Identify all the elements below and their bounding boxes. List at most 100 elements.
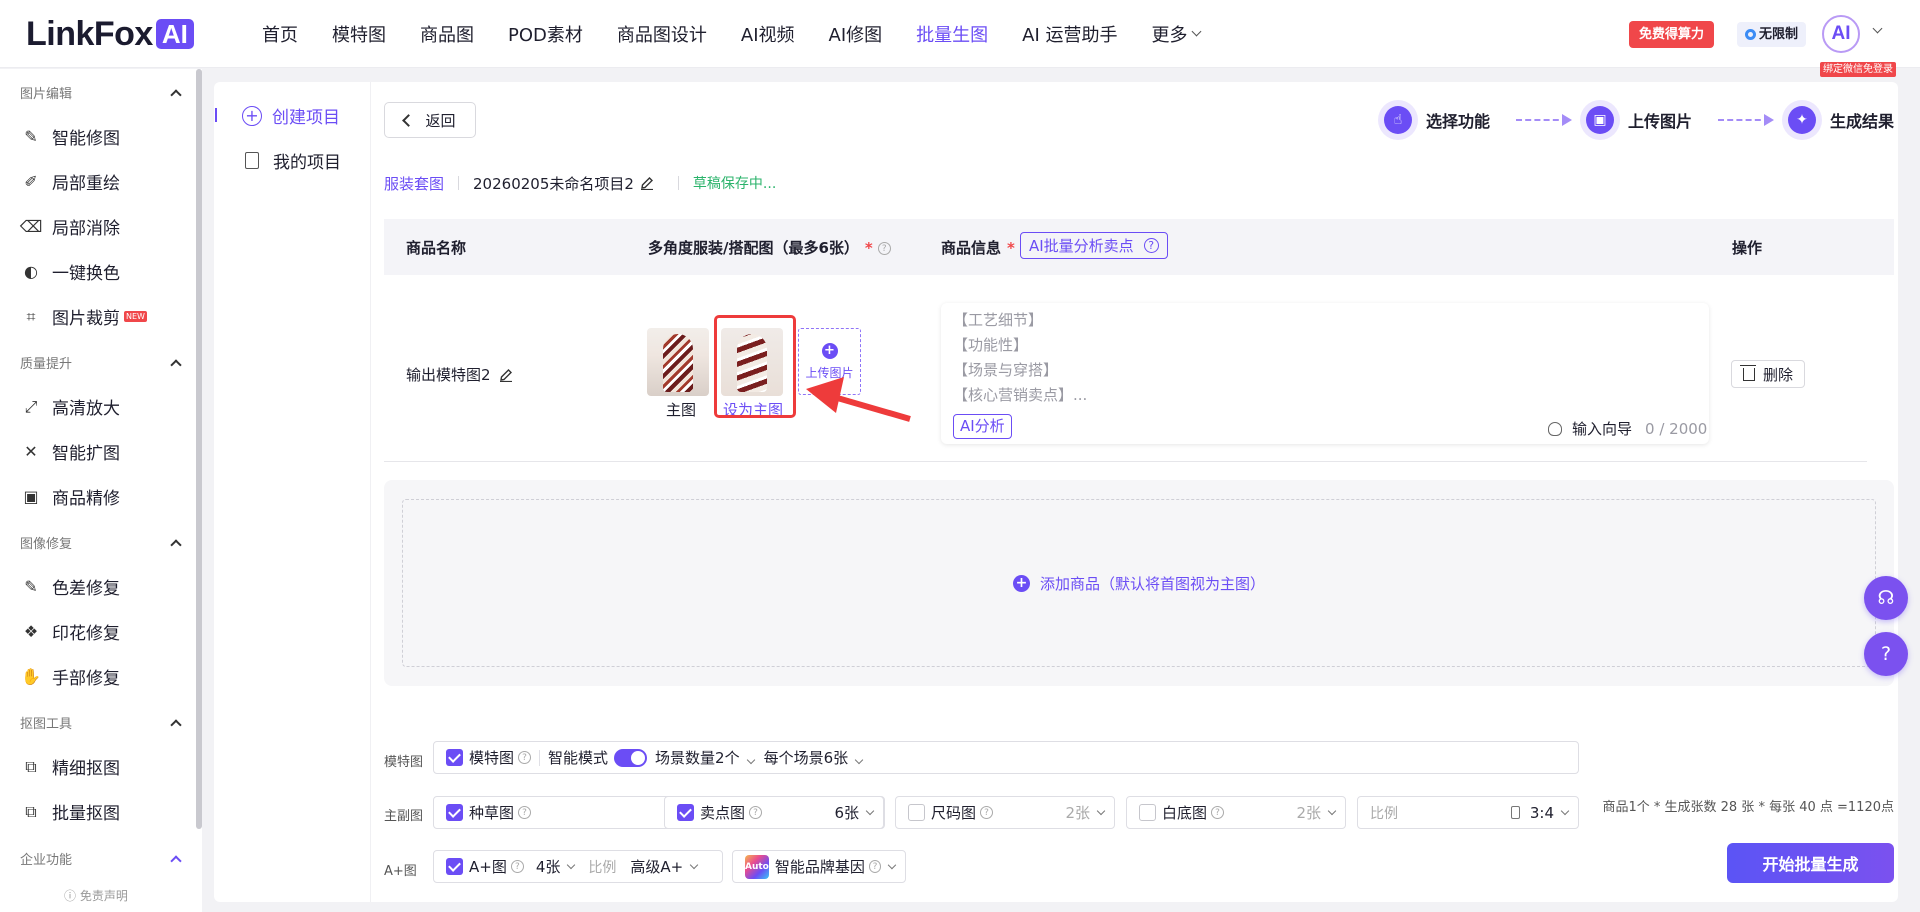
aplus-level-value[interactable]: 高级A+	[630, 856, 683, 877]
nav-ai-retouch[interactable]: AI修图	[829, 21, 883, 47]
chevron-down-icon	[1192, 26, 1202, 37]
nav-product[interactable]: 商品图	[420, 21, 474, 47]
help-icon[interactable]: ?	[1211, 806, 1225, 819]
white-bg-count-value[interactable]: 2张	[1296, 802, 1321, 823]
col-product-info: 商品信息 *	[941, 237, 1015, 258]
help-icon[interactable]: ?	[749, 806, 763, 819]
input-guide[interactable]: 输入向导 0 / 2000	[1548, 418, 1707, 439]
edit-pencil-icon[interactable]	[499, 368, 513, 382]
ai-analyze-button[interactable]: AI分析	[953, 414, 1012, 439]
sidebar-item-color-fix[interactable]: ✎ 色差修复	[20, 574, 120, 599]
back-label: 返回	[425, 111, 456, 130]
smart-mode-toggle[interactable]	[614, 748, 648, 767]
help-circle-icon[interactable]: ?	[1864, 632, 1908, 676]
nav-model[interactable]: 模特图	[332, 21, 386, 47]
step-label: 上传图片	[1627, 112, 1692, 131]
nav-ai-ops[interactable]: AI 运营助手	[1022, 21, 1117, 47]
chevron-down-icon[interactable]	[1327, 806, 1337, 815]
sidebar-item-upscale[interactable]: ⤢ 高清放大	[20, 394, 120, 420]
white-bg-option: 白底图? 2张	[1126, 796, 1346, 829]
sidebar-item-recolor[interactable]: ◐ 一键换色	[20, 259, 120, 284]
sidebar-section-enterprise[interactable]: 企业功能	[20, 849, 182, 868]
credit-calculation: 商品1个 * 生成张数 28 张 * 每张 40 点 =1120点	[1602, 800, 1894, 815]
sidebar-scrollbar[interactable]	[196, 69, 202, 829]
disclaimer-link[interactable]: ⓘ 免责声明	[64, 887, 128, 904]
back-button[interactable]: 返回	[384, 102, 476, 138]
seed-checkbox[interactable]	[446, 804, 463, 821]
nav-home[interactable]: 首页	[262, 21, 298, 47]
selling-point-checkbox[interactable]	[677, 804, 694, 821]
headset-support-icon[interactable]: ☊	[1864, 576, 1908, 620]
sidebar-item-crop[interactable]: ⌗ 图片裁剪 NEW	[20, 304, 147, 329]
sidebar-item-product-retouch[interactable]: ▣ 商品精修	[20, 484, 120, 509]
help-icon[interactable]: ?	[877, 242, 891, 255]
free-credits-button[interactable]: 免费得算力	[1629, 21, 1715, 48]
main-image-thumbnail[interactable]	[647, 328, 709, 396]
start-batch-generate-button[interactable]: 开始批量生成	[1727, 843, 1894, 883]
logo[interactable]: LinkFox AI	[26, 15, 194, 53]
help-icon[interactable]: ?	[510, 860, 524, 873]
ai-batch-analyze-button[interactable]: AI批量分析卖点?	[1020, 232, 1168, 259]
sidebar-item-fine-cutout[interactable]: ⧉ 精细抠图	[20, 754, 120, 780]
chevron-down-icon	[854, 755, 864, 765]
sidebar-section-cutout[interactable]: 抠图工具	[20, 713, 182, 732]
sidebar-item-smart-retouch[interactable]: ✎ 智能修图	[20, 124, 120, 149]
char-count: 0 / 2000	[1645, 419, 1708, 438]
nav-more[interactable]: 更多	[1151, 21, 1202, 47]
per-scene-select[interactable]: 每个场景6张	[764, 747, 873, 768]
delete-button[interactable]: 删除	[1731, 360, 1805, 388]
chevron-down-icon[interactable]	[567, 860, 576, 869]
avatar[interactable]: AI	[1822, 15, 1860, 53]
help-icon[interactable]: ?	[1143, 238, 1159, 253]
sidebar-item-erase[interactable]: ⌫ 局部消除	[20, 214, 120, 239]
unlimited-badge[interactable]: 无限制	[1737, 22, 1807, 47]
subnav-divider	[370, 82, 371, 902]
category-link[interactable]: 服装套图	[384, 173, 444, 194]
dashed-arrow-icon	[1515, 114, 1572, 126]
model-checkbox[interactable]	[446, 749, 463, 766]
help-icon[interactable]: ?	[868, 860, 882, 873]
step-circle: ☝	[1377, 100, 1418, 140]
nav-design[interactable]: 商品图设计	[617, 21, 707, 47]
chevron-down-icon[interactable]	[1872, 23, 1883, 34]
size-chart-count-value[interactable]: 2张	[1065, 802, 1090, 823]
sidebar-section-quality[interactable]: 质量提升	[20, 353, 182, 372]
sidebar-item-outpaint[interactable]: ✕ 智能扩图	[20, 439, 120, 464]
chevron-down-icon[interactable]	[689, 860, 699, 869]
edit-pencil-icon[interactable]	[640, 176, 654, 190]
step-label: 生成结果	[1829, 112, 1894, 131]
nav-pod[interactable]: POD素材	[508, 21, 583, 47]
sidebar-section-repair[interactable]: 图像修复	[20, 533, 182, 552]
sidebar-item-label: 色差修复	[52, 579, 120, 599]
subnav-my-projects[interactable]: 我的项目	[242, 148, 341, 173]
nav-ai-video[interactable]: AI视频	[741, 21, 795, 47]
scene-count-select[interactable]: 场景数量2个	[655, 747, 764, 768]
subnav-create-project[interactable]: + 创建项目	[242, 103, 340, 128]
sidebar-item-hand-fix[interactable]: ✋ 手部修复	[20, 664, 120, 689]
help-icon[interactable]: ?	[980, 806, 994, 819]
sidebar-item-label: 局部消除	[52, 219, 120, 239]
aplus-count-value[interactable]: 4张	[536, 856, 561, 877]
aplus-checkbox[interactable]	[446, 858, 463, 875]
sidebar-item-print-fix[interactable]: ❖ 印花修复	[20, 619, 120, 644]
model-options-box: 模特图? 智能模式 场景数量2个 每个场景6张	[433, 741, 1579, 774]
nav-batch[interactable]: 批量生图	[916, 21, 988, 47]
help-icon[interactable]: ?	[518, 806, 532, 819]
white-bg-checkbox[interactable]	[1139, 804, 1156, 821]
help-icon[interactable]: ?	[518, 751, 532, 764]
chevron-down-icon[interactable]	[1096, 806, 1106, 815]
subnav-label: 我的项目	[273, 153, 341, 173]
size-chart-checkbox[interactable]	[908, 804, 925, 821]
brand-dna-option[interactable]: Auto 智能品牌基因?	[732, 850, 906, 883]
selling-point-count-value[interactable]: 6张	[834, 802, 859, 823]
chevron-down-icon[interactable]	[865, 806, 875, 815]
brush-icon: ✐	[24, 172, 38, 191]
wechat-bind-tag[interactable]: 绑定微信免登录	[1820, 62, 1896, 77]
sidebar-section-image-edit[interactable]: 图片编辑	[20, 83, 182, 102]
sidebar-item-batch-cutout[interactable]: ⧉ 批量抠图	[20, 799, 120, 825]
aplus-images-label: A+图	[384, 864, 417, 879]
product-info-textarea[interactable]: 【工艺细节】 【功能性】 【场景与穿搭】 【核心营销卖点】... AI分析 输入…	[941, 303, 1709, 444]
ratio-select[interactable]: 比例 3:4	[1357, 796, 1579, 829]
sidebar-item-inpaint[interactable]: ✐ 局部重绘	[20, 169, 120, 194]
add-product-button[interactable]: + 添加商品（默认将首图视为主图）	[402, 499, 1876, 667]
